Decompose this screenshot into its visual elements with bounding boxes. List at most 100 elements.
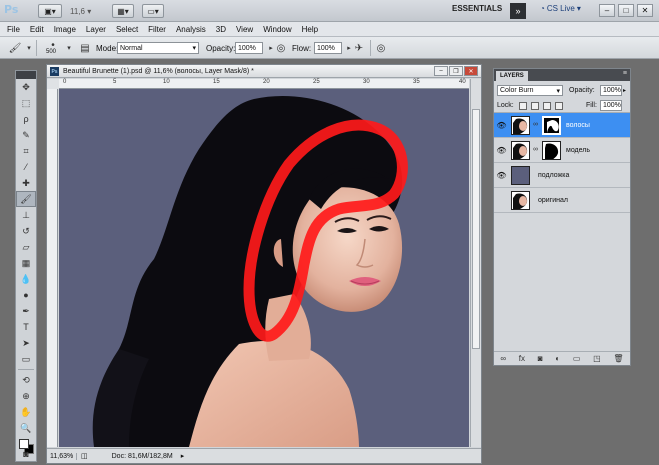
close-button[interactable]: ✕ xyxy=(637,4,653,17)
history-brush-tool-icon[interactable]: ↺ xyxy=(16,223,36,239)
foreground-color-swatch[interactable] xyxy=(19,439,29,449)
layer-row-hair[interactable]: 👁 ∞ волосы xyxy=(494,113,630,138)
layer-opacity-input[interactable]: 100% xyxy=(600,85,622,96)
eraser-tool-icon[interactable]: ▱ xyxy=(16,239,36,255)
blend-mode-select[interactable]: Color Burn ▾ xyxy=(497,85,563,96)
brush-tool-icon[interactable]: 🖌 xyxy=(16,191,36,207)
menu-help[interactable]: Help xyxy=(302,25,318,34)
flow-input[interactable]: 100% xyxy=(314,42,342,54)
dodge-tool-icon[interactable]: ● xyxy=(16,287,36,303)
type-tool-icon[interactable]: T xyxy=(16,319,36,335)
document-tab[interactable]: Ps Beautiful Brunette (1).psd @ 11,6% (в… xyxy=(47,65,481,78)
ruler-origin[interactable] xyxy=(47,79,59,89)
eyedropper-tool-icon[interactable]: ⁄ xyxy=(16,159,36,175)
blur-tool-icon[interactable]: 💧 xyxy=(16,271,36,287)
status-zoom[interactable]: 11,63% xyxy=(47,452,77,460)
shape-tool-icon[interactable]: ▭ xyxy=(16,351,36,367)
delete-layer-icon[interactable]: 🗑 xyxy=(613,354,623,363)
menu-file[interactable]: File xyxy=(7,25,20,34)
layer-thumbnail[interactable] xyxy=(511,166,530,185)
lock-all-icon[interactable] xyxy=(555,102,563,110)
status-info-icon[interactable]: ◫ xyxy=(81,452,88,460)
airbrush-icon[interactable]: ✈ xyxy=(352,41,366,55)
layer-row-backdrop[interactable]: 👁 подложка xyxy=(494,163,630,188)
layer-thumbnail[interactable] xyxy=(511,116,530,135)
layer-style-icon[interactable]: fx xyxy=(519,354,525,363)
3d-orbit-tool-icon[interactable]: ⊕ xyxy=(16,388,36,404)
zoom-tool-icon[interactable]: 🔍 xyxy=(16,420,36,436)
vertical-ruler[interactable] xyxy=(47,89,58,447)
mode-select[interactable]: Normal ▾ xyxy=(117,42,199,54)
lock-image-icon[interactable] xyxy=(531,102,539,110)
brush-panel-toggle-icon[interactable]: ▤ xyxy=(78,41,92,55)
tools-panel-header[interactable] xyxy=(16,71,36,79)
pen-tool-icon[interactable]: ✒ xyxy=(16,303,36,319)
opacity-input[interactable]: 100% xyxy=(235,42,263,54)
link-icon[interactable]: ∞ xyxy=(533,146,538,153)
arrange-documents-button[interactable]: ▦▾ xyxy=(112,4,134,18)
status-menu-arrow-icon[interactable]: ▸ xyxy=(181,452,185,460)
panel-menu-icon[interactable]: ≡ xyxy=(623,70,627,77)
more-workspaces-button[interactable]: » xyxy=(510,3,526,19)
screen-mode-button[interactable]: ▭▾ xyxy=(142,4,164,18)
layer-thumbnail[interactable] xyxy=(511,191,530,210)
zoom-level-dropdown[interactable]: 11,6 ▾ xyxy=(70,4,108,18)
doc-restore-button[interactable]: ❐ xyxy=(449,66,463,76)
pressure-size-icon[interactable]: ◎ xyxy=(374,41,388,55)
layer-row-original[interactable]: оригинал xyxy=(494,188,630,213)
menu-edit[interactable]: Edit xyxy=(30,25,44,34)
menu-analysis[interactable]: Analysis xyxy=(176,25,206,34)
scrollbar-thumb[interactable] xyxy=(472,109,480,349)
link-layers-icon[interactable]: ∞ xyxy=(500,354,506,363)
crop-tool-icon[interactable]: ⌗ xyxy=(16,143,36,159)
launch-bridge-button[interactable]: ▣▾ xyxy=(38,4,62,18)
clone-stamp-tool-icon[interactable]: ⊥ xyxy=(16,207,36,223)
quick-selection-tool-icon[interactable]: ✎ xyxy=(16,127,36,143)
menu-image[interactable]: Image xyxy=(54,25,76,34)
3d-rotate-tool-icon[interactable]: ⟲ xyxy=(16,372,36,388)
layer-mask-thumbnail[interactable] xyxy=(542,116,561,135)
gradient-tool-icon[interactable]: ▦ xyxy=(16,255,36,271)
maximize-button[interactable]: □ xyxy=(618,4,634,17)
pressure-opacity-icon[interactable]: ◎ xyxy=(274,41,288,55)
menu-layer[interactable]: Layer xyxy=(86,25,106,34)
brush-tool-preset-icon[interactable]: 🖌 xyxy=(8,41,22,55)
healing-brush-tool-icon[interactable]: ✚ xyxy=(16,175,36,191)
lock-position-icon[interactable] xyxy=(543,102,551,110)
fill-input[interactable]: 100% xyxy=(600,100,622,111)
new-layer-icon[interactable]: ◳ xyxy=(593,354,601,363)
doc-close-button[interactable]: ✕ xyxy=(464,66,478,76)
horizontal-ruler[interactable]: 0 5 10 15 20 25 30 35 40 xyxy=(59,79,469,89)
layer-row-model[interactable]: 👁 ∞ модель xyxy=(494,138,630,163)
menu-3d[interactable]: 3D xyxy=(216,25,226,34)
minimize-button[interactable]: – xyxy=(599,4,615,17)
menu-filter[interactable]: Filter xyxy=(148,25,166,34)
chevron-down-icon[interactable]: ▾ xyxy=(22,41,36,55)
hand-tool-icon[interactable]: ✋ xyxy=(16,404,36,420)
layer-thumbnail[interactable] xyxy=(511,141,530,160)
menu-window[interactable]: Window xyxy=(263,25,291,34)
add-mask-icon[interactable]: ◙ xyxy=(538,354,543,363)
adjustment-layer-icon[interactable]: ◐ xyxy=(555,354,560,363)
lock-transparency-icon[interactable] xyxy=(519,102,527,110)
move-tool-icon[interactable]: ✥ xyxy=(16,79,36,95)
visibility-off-icon[interactable] xyxy=(497,196,506,205)
layer-mask-thumbnail[interactable] xyxy=(542,141,561,160)
marquee-tool-icon[interactable]: ⬚ xyxy=(16,95,36,111)
image-canvas[interactable] xyxy=(59,89,469,447)
eye-icon[interactable]: 👁 xyxy=(496,121,506,130)
link-icon[interactable]: ∞ xyxy=(533,121,538,128)
menu-view[interactable]: View xyxy=(236,25,253,34)
eye-icon[interactable]: 👁 xyxy=(496,171,506,180)
chevron-down-icon[interactable]: ▾ xyxy=(62,41,76,55)
lasso-tool-icon[interactable]: ρ xyxy=(16,111,36,127)
layers-tab[interactable]: LAYERS xyxy=(496,71,528,81)
workspace-essentials[interactable]: ESSENTIALS xyxy=(452,4,502,13)
path-selection-tool-icon[interactable]: ➤ xyxy=(16,335,36,351)
menu-select[interactable]: Select xyxy=(116,25,138,34)
new-group-icon[interactable]: ▭ xyxy=(573,354,581,363)
vertical-scrollbar[interactable] xyxy=(470,79,481,447)
eye-icon[interactable]: 👁 xyxy=(496,146,506,155)
doc-minimize-button[interactable]: – xyxy=(434,66,448,76)
cs-live-button[interactable]: ◔ CS Live ▾ xyxy=(540,4,581,13)
